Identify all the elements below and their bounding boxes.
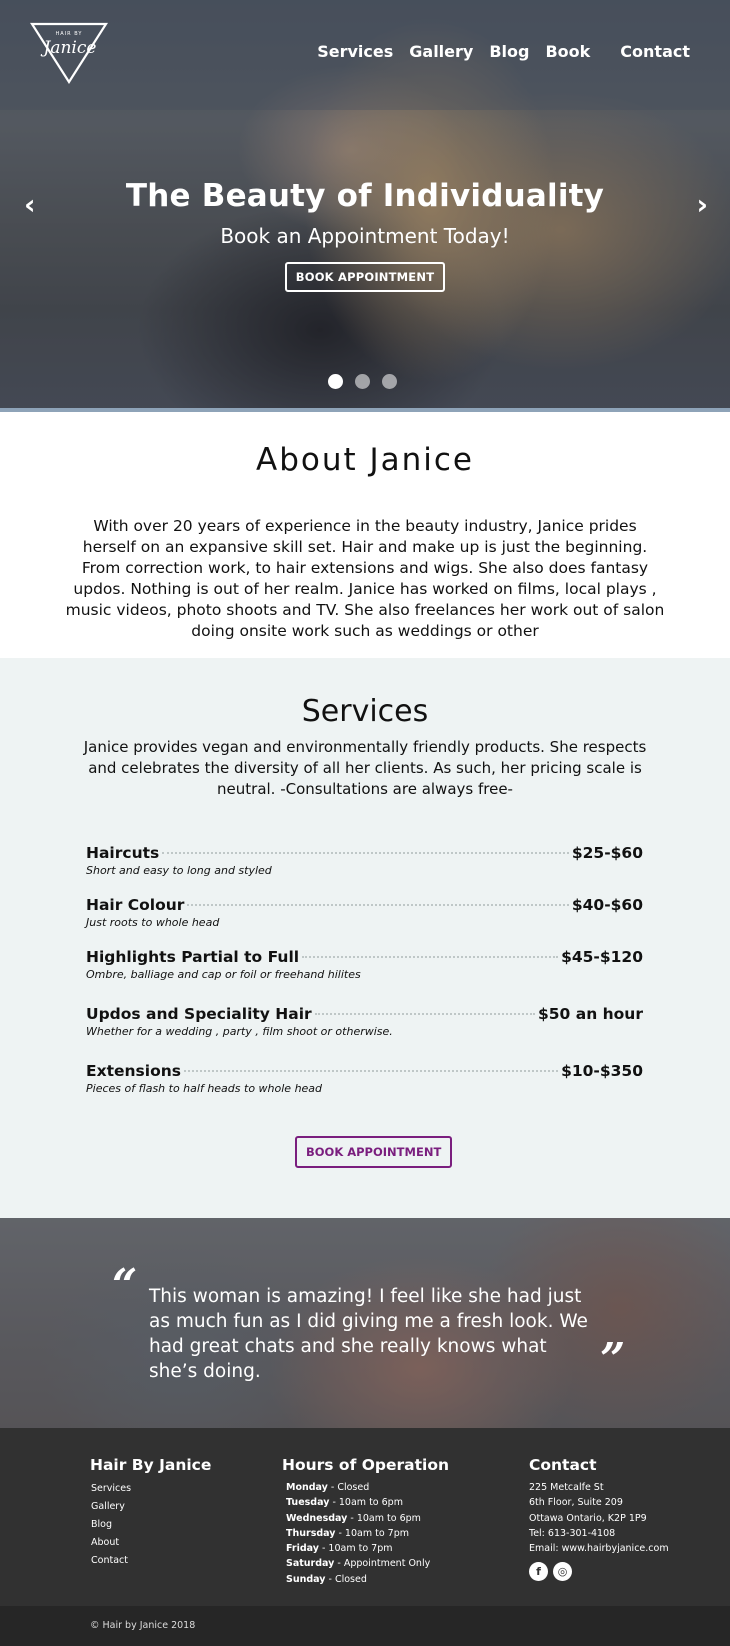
close-quote-icon: ” <box>600 1334 626 1385</box>
footer-link-contact[interactable]: Contact <box>91 1552 211 1570</box>
hours-row: Tuesday - 10am to 6pm <box>286 1495 449 1510</box>
service-name: Extensions <box>86 1062 181 1080</box>
hero-bottom-border <box>0 408 730 412</box>
hours-time: - Appointment Only <box>334 1558 431 1570</box>
services-book-button[interactable]: BOOK APPOINTMENT <box>295 1136 453 1168</box>
facebook-icon[interactable]: f <box>529 1562 548 1582</box>
dotted-leader <box>184 1070 559 1072</box>
hero-title: The Beauty of Individuality <box>125 178 605 214</box>
nav-book[interactable]: Book <box>543 38 592 65</box>
service-item: Highlights Partial to Full $45-$120 Ombr… <box>86 948 643 1005</box>
service-description: Short and easy to long and styled <box>86 864 272 877</box>
contact-email[interactable]: Email: www.hairbyjanice.com <box>529 1541 669 1556</box>
hours-time: - 10am to 6pm <box>347 1512 421 1524</box>
slide-indicators <box>328 374 397 389</box>
logo-small-text: HAIR BY <box>56 31 83 37</box>
footer-brand-title: Hair By Janice <box>90 1456 212 1474</box>
copyright-text: © Hair by Janice 2018 <box>90 1620 196 1631</box>
footer-link-about[interactable]: About <box>91 1534 211 1552</box>
service-price: $25-$60 <box>571 844 643 862</box>
hours-row: Friday - 10am to 7pm <box>286 1541 449 1556</box>
hours-time: - Closed <box>327 1482 370 1493</box>
service-name: Updos and Speciality Hair <box>86 1005 312 1023</box>
hours-row: Thursday - 10am to 7pm <box>286 1526 449 1541</box>
service-description: Ombre, balliage and cap or foil or freeh… <box>86 968 361 981</box>
hours-row: Monday - Closed <box>286 1480 449 1495</box>
contact-address-street: 225 Metcalfe St <box>529 1482 604 1493</box>
hero-slider: HAIR BY Janice Services Gallery Blog Boo… <box>0 0 730 412</box>
service-item: Hair Colour $40-$60 Just roots to whole … <box>86 896 643 948</box>
logo[interactable]: HAIR BY Janice <box>30 22 108 84</box>
nav-contact[interactable]: Contact <box>618 38 692 65</box>
service-name: Hair Colour <box>86 896 185 914</box>
hours-time: - 10am to 7pm <box>318 1543 393 1555</box>
service-price: $40-$60 <box>571 896 643 914</box>
hours-day: Monday <box>286 1482 328 1493</box>
about-title: About Janice <box>255 442 475 478</box>
hero-content: The Beauty of Individuality Book an Appo… <box>0 178 730 292</box>
hours-time: - 10am to 6pm <box>329 1497 403 1509</box>
footer-hours-title: Hours of Operation <box>282 1456 450 1474</box>
services-title: Services <box>301 694 429 729</box>
footer-link-blog[interactable]: Blog <box>91 1516 211 1534</box>
service-item: Haircuts $25-$60 Short and easy to long … <box>86 844 643 896</box>
social-links: f ◎ <box>529 1562 669 1582</box>
contact-address-suite: 6th Floor, Suite 209 <box>529 1497 623 1509</box>
hours-day: Friday <box>286 1543 319 1555</box>
contact-address-city: Ottawa Ontario, K2P 1P9 <box>529 1512 647 1524</box>
main-nav: Services Gallery Blog Book Contact <box>315 38 692 65</box>
hours-row: Wednesday - 10am to 6pm <box>286 1511 449 1526</box>
hours-day: Wednesday <box>286 1512 348 1524</box>
logo-script-text: Janice <box>41 38 97 58</box>
service-price: $50 an hour <box>537 1005 643 1023</box>
service-description: Whether for a wedding , party , film sho… <box>86 1025 393 1038</box>
service-item: Extensions $10-$350 Pieces of flash to h… <box>86 1062 643 1114</box>
hours-day: Thursday <box>286 1527 336 1539</box>
footer-hours-column: Hours of Operation Monday - Closed Tuesd… <box>282 1456 449 1587</box>
instagram-icon[interactable]: ◎ <box>553 1562 572 1582</box>
hours-time: - 10am to 7pm <box>335 1527 410 1539</box>
service-description: Just roots to whole head <box>86 916 220 929</box>
hero-subtitle: Book an Appointment Today! <box>220 224 510 248</box>
about-section: About Janice With over 20 years of exper… <box>0 412 730 658</box>
nav-services[interactable]: Services <box>315 38 395 65</box>
dotted-leader <box>302 956 559 958</box>
service-name: Haircuts <box>86 844 160 862</box>
hours-day: Saturday <box>286 1558 335 1570</box>
footer-link-gallery[interactable]: Gallery <box>91 1498 211 1516</box>
service-name: Highlights Partial to Full <box>86 948 300 966</box>
footer-contact-column: Contact 225 Metcalfe St 6th Floor, Suite… <box>529 1456 669 1582</box>
hours-row: Sunday - Closed <box>286 1572 449 1587</box>
nav-gallery[interactable]: Gallery <box>407 38 475 65</box>
nav-blog[interactable]: Blog <box>487 38 531 65</box>
service-description: Pieces of flash to half heads to whole h… <box>86 1082 323 1095</box>
hero-book-button[interactable]: BOOK APPOINTMENT <box>284 262 446 292</box>
hours-day: Sunday <box>286 1573 326 1585</box>
footer-contact-title: Contact <box>529 1456 597 1474</box>
slide-dot-3[interactable] <box>382 374 397 389</box>
hours-row: Saturday - Appointment Only <box>286 1556 449 1571</box>
testimonial-text: This woman is amazing! I feel like she h… <box>149 1286 588 1382</box>
open-quote-icon: “ <box>112 1260 138 1311</box>
services-intro: Janice provides vegan and environmentall… <box>83 738 647 798</box>
testimonial-section: “ This woman is amazing! I feel like she… <box>0 1218 730 1428</box>
hours-time: - Closed <box>325 1573 367 1585</box>
services-section: Services Janice provides vegan and envir… <box>0 658 730 1218</box>
about-body: With over 20 years of experience in the … <box>65 517 665 640</box>
services-list: Haircuts $25-$60 Short and easy to long … <box>86 844 643 1114</box>
footer-brand-column: Hair By Janice Services Gallery Blog Abo… <box>90 1456 211 1570</box>
dotted-leader <box>162 852 569 854</box>
slide-dot-2[interactable] <box>355 374 370 389</box>
contact-phone[interactable]: Tel: 613-301-4108 <box>529 1526 669 1541</box>
footer-link-services[interactable]: Services <box>91 1480 211 1498</box>
footer-bottom-bar: © Hair by Janice 2018 <box>0 1606 730 1646</box>
service-item: Updos and Speciality Hair $50 an hour Wh… <box>86 1005 643 1062</box>
hours-day: Tuesday <box>286 1497 330 1509</box>
dotted-leader <box>314 1013 535 1015</box>
dotted-leader <box>187 904 569 906</box>
service-price: $45-$120 <box>561 948 643 966</box>
footer: Hair By Janice Services Gallery Blog Abo… <box>0 1428 730 1606</box>
slide-dot-1[interactable] <box>328 374 343 389</box>
service-price: $10-$350 <box>561 1062 643 1080</box>
